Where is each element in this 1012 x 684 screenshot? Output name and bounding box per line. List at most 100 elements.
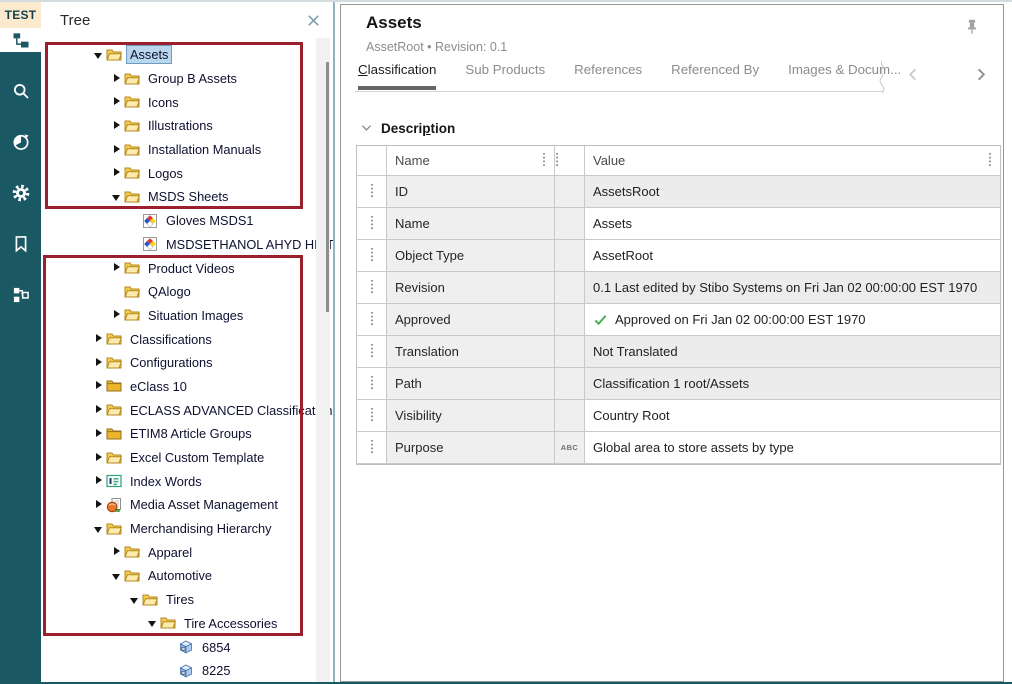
tree-scrollbar-thumb[interactable] (326, 62, 329, 312)
tree-item[interactable]: Configurations (41, 351, 315, 375)
tree-item[interactable]: Situation Images (41, 304, 315, 328)
tree-item[interactable]: Product Videos (41, 256, 315, 280)
tree-item-label[interactable]: Automotive (145, 567, 215, 584)
tree-item-label[interactable]: Index Words (127, 473, 205, 490)
tree-item-label[interactable]: Situation Images (145, 307, 246, 324)
tree-item-label[interactable]: 8225 (199, 662, 233, 679)
tab-referenced-by[interactable]: Referenced By (671, 62, 759, 86)
kebab-icon[interactable] (988, 152, 992, 170)
tree-item[interactable]: Classifications (41, 327, 315, 351)
tree-item[interactable]: MSDS Sheets (41, 185, 315, 209)
tree-item-label[interactable]: Product Videos (145, 260, 238, 277)
tree-toggle-icon[interactable] (111, 73, 123, 85)
row-handle[interactable] (357, 368, 387, 400)
tree-item[interactable]: Tires (41, 588, 315, 612)
tree-item[interactable]: Media Asset Management (41, 493, 315, 517)
tabs-scroll-right-icon[interactable] (973, 67, 989, 83)
tree-toggle-icon[interactable] (111, 546, 123, 558)
tree-toggle-icon[interactable] (111, 570, 123, 582)
tree-scrollbar[interactable] (316, 38, 330, 682)
tree-item-label[interactable]: ETIM8 Article Groups (127, 425, 255, 442)
tab-classification[interactable]: Classification (358, 62, 436, 90)
tree-item[interactable]: Apparel (41, 540, 315, 564)
row-handle[interactable] (357, 336, 387, 368)
tab-references[interactable]: References (574, 62, 642, 86)
tree-item-label[interactable]: Gloves MSDS1 (163, 212, 256, 229)
description-section-header[interactable]: Description (361, 119, 455, 137)
kebab-icon[interactable] (370, 183, 374, 201)
tree-item-label[interactable]: Excel Custom Template (127, 449, 267, 466)
tab-sub-products[interactable]: Sub Products (465, 62, 545, 86)
tree-item[interactable]: MSDSETHANOL AHYD HISTO (41, 233, 315, 257)
tree-item[interactable]: Illustrations (41, 114, 315, 138)
attribute-value[interactable]: Country Root (585, 400, 1000, 432)
tree-toggle-icon[interactable] (93, 452, 105, 464)
tree-toggle-icon[interactable] (93, 404, 105, 416)
attribute-value[interactable]: Global area to store assets by type (585, 432, 1000, 464)
tree-toggle-icon[interactable] (129, 594, 141, 606)
tree-toggle-icon[interactable] (93, 49, 105, 61)
tree-item-label[interactable]: Tires (163, 591, 197, 608)
tree-toggle-icon[interactable] (93, 380, 105, 392)
kebab-icon[interactable] (370, 439, 374, 457)
attribute-value[interactable]: Classification 1 root/Assets (585, 368, 1000, 400)
attribute-value[interactable]: Approved on Fri Jan 02 00:00:00 EST 1970 (585, 304, 1000, 336)
row-handle[interactable] (357, 240, 387, 272)
tree-toggle-icon[interactable] (111, 96, 123, 108)
tree-item-label[interactable]: Logos (145, 165, 186, 182)
tree-toggle-icon[interactable] (111, 191, 123, 203)
attribute-value[interactable]: AssetsRoot (585, 176, 1000, 208)
kebab-icon[interactable] (370, 279, 374, 297)
tree-item-label[interactable]: eClass 10 (127, 378, 190, 395)
kebab-icon[interactable] (370, 343, 374, 361)
tree-item[interactable]: QAlogo (41, 280, 315, 304)
tree-item-label[interactable]: 6854 (199, 639, 233, 656)
kebab-icon[interactable] (370, 407, 374, 425)
tree-toggle-icon[interactable] (93, 475, 105, 487)
tabs-scroll-left-icon[interactable] (906, 67, 922, 83)
tree-item-label[interactable]: Assets (127, 46, 171, 63)
tree-item-label[interactable]: Icons (145, 94, 182, 111)
close-icon[interactable] (306, 13, 321, 28)
tree-item-label[interactable]: Tire Accessories (181, 615, 280, 632)
tree-item-label[interactable]: Media Asset Management (127, 496, 281, 513)
tree-toggle-icon[interactable] (147, 617, 159, 629)
kebab-icon[interactable] (555, 152, 559, 170)
tree-item-label[interactable]: Apparel (145, 544, 195, 561)
tree-item[interactable]: ETIM8 Article Groups (41, 422, 315, 446)
attribute-value[interactable]: 0.1 Last edited by Stibo Systems on Fri … (585, 272, 1000, 304)
row-handle[interactable] (357, 272, 387, 304)
rail-item-workflow[interactable] (0, 283, 41, 307)
tree-item[interactable]: Tire Accessories (41, 612, 315, 636)
tree-item-label[interactable]: Merchandising Hierarchy (127, 520, 275, 537)
tree-toggle-icon[interactable] (93, 523, 105, 535)
row-handle[interactable] (357, 304, 387, 336)
tree-item[interactable]: ECLASS ADVANCED Classifications (41, 398, 315, 422)
tree-toggle-icon[interactable] (111, 309, 123, 321)
attribute-value[interactable]: Assets (585, 208, 1000, 240)
row-handle[interactable] (357, 400, 387, 432)
tree-item[interactable]: Automotive (41, 564, 315, 588)
tree-item[interactable]: 6854 (41, 635, 315, 659)
rail-item-bookmarks[interactable] (0, 232, 41, 256)
tree-toggle-icon[interactable] (111, 144, 123, 156)
attribute-value[interactable]: AssetRoot (585, 240, 1000, 272)
tree-item[interactable]: Icons (41, 90, 315, 114)
tree-item[interactable]: Gloves MSDS1 (41, 209, 315, 233)
row-handle[interactable] (357, 432, 387, 464)
row-handle[interactable] (357, 208, 387, 240)
tree-item[interactable]: eClass 10 (41, 375, 315, 399)
tree-item-label[interactable]: Classifications (127, 331, 215, 348)
rail-item-settings[interactable] (0, 181, 41, 205)
attribute-value[interactable]: Not Translated (585, 336, 1000, 368)
tree-item-label[interactable]: ECLASS ADVANCED Classifications (127, 402, 342, 419)
tree-item[interactable]: Logos (41, 161, 315, 185)
rail-item-tree[interactable] (0, 28, 41, 52)
tree-item[interactable]: Installation Manuals (41, 138, 315, 162)
kebab-icon[interactable] (370, 247, 374, 265)
rail-item-history[interactable] (0, 130, 41, 154)
tree-item-label[interactable]: QAlogo (145, 283, 194, 300)
tree-item-label[interactable]: Installation Manuals (145, 141, 264, 158)
tree-toggle-icon[interactable] (111, 262, 123, 274)
pin-icon[interactable] (963, 18, 981, 41)
